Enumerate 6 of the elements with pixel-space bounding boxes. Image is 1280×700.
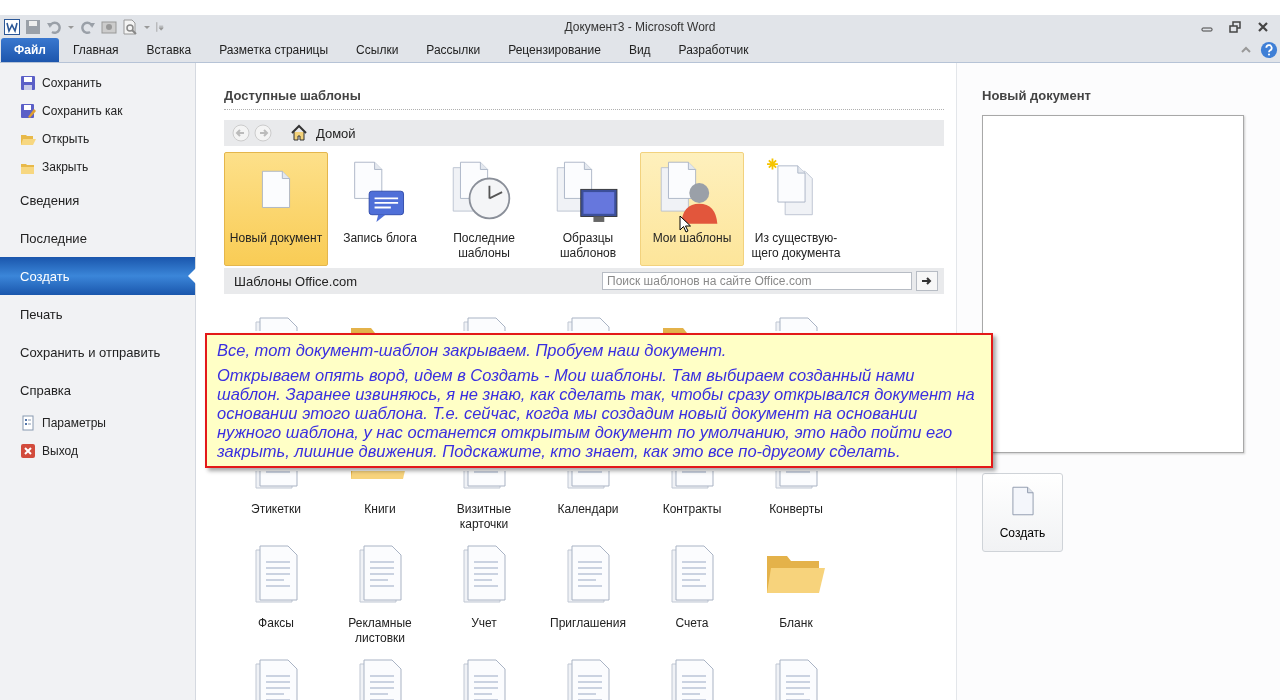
- window-title: Документ3 - Microsoft Word: [564, 19, 716, 34]
- office-templates-label: Шаблоны Office.com: [234, 273, 357, 289]
- preview-heading: Новый документ: [982, 87, 1092, 105]
- note-paragraph: Все, тот документ-шаблон закрываем. Пробуем наш документ.: [217, 341, 728, 360]
- section-heading: Доступные шаблоны: [224, 81, 944, 110]
- note-paragraph: Открываем опять ворд, идем в Создать - Мои шаблоны. Там выбираем созданный нами шаблон. Заранее извиняюсь, я не знаю, как сделать так, чтобы сразу открывался документ на основании этого шаблона. Т.е. сейчас, когда мы создадим новый документ на основании нужного шаблона, у нас останется открытым документ по умолчанию, это надо пойти его закрыть, лишние движения. Подскажите, кто знает, как это все по-другому сделать.: [217, 366, 976, 461]
